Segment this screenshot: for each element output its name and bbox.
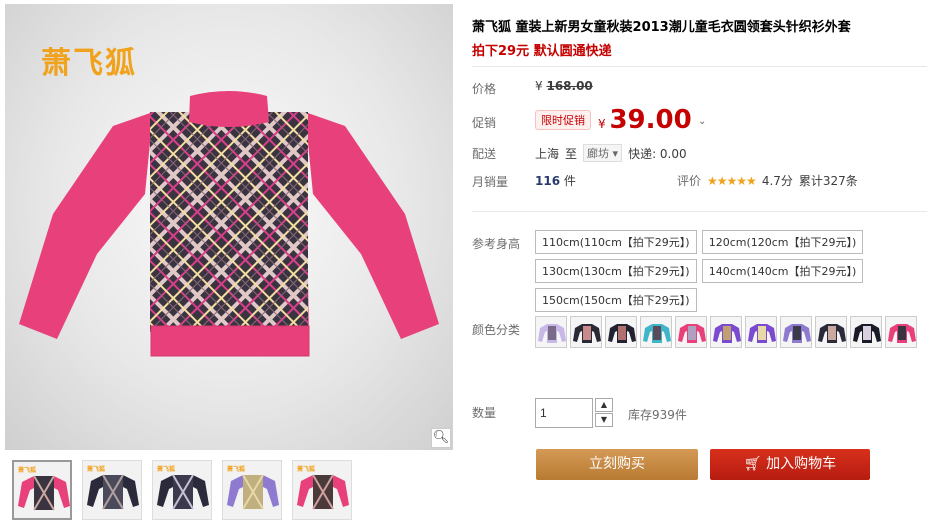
thumbnail-brand: 萧飞狐 bbox=[227, 466, 246, 473]
color-swatch[interactable] bbox=[780, 316, 812, 348]
chevron-down-icon[interactable]: ⌄ bbox=[698, 116, 706, 127]
product-page: 萧飞狐 🔍︎ 萧飞狐 萧飞狐 萧飞狐 萧飞狐 萧飞狐 萧飞狐 童装上新男女童秋装… bbox=[0, 0, 930, 527]
quantity-stepper: ▲ ▼ bbox=[535, 398, 613, 428]
sweater-illustration bbox=[19, 91, 439, 357]
sweater-swatch-icon bbox=[643, 324, 671, 343]
size-option[interactable]: 110cm(110cm【拍下29元】) bbox=[535, 230, 697, 254]
thumbnail-brand: 萧飞狐 bbox=[18, 467, 37, 474]
ship-city: 廊坊 bbox=[587, 147, 610, 160]
decrement-icon[interactable]: ▼ bbox=[595, 413, 613, 427]
sweater-swatch-icon bbox=[748, 324, 776, 343]
rating-label: 评价 bbox=[677, 174, 702, 188]
size-option[interactable]: 130cm(130cm【拍下29元】) bbox=[535, 259, 697, 283]
sweater-swatch-icon bbox=[713, 324, 741, 343]
quantity-input[interactable] bbox=[535, 398, 593, 428]
thumbnail-5[interactable]: 萧飞狐 bbox=[292, 460, 352, 520]
color-swatch[interactable] bbox=[605, 316, 637, 348]
divider bbox=[472, 211, 927, 212]
rating-score: 4.7分 bbox=[761, 174, 793, 188]
currency-symbol: ¥ bbox=[598, 117, 606, 131]
monthly-sales-label: 月销量 bbox=[472, 175, 509, 189]
add-to-cart-label: 加入购物车 bbox=[766, 456, 837, 472]
size-option[interactable]: 140cm(140cm【拍下29元】) bbox=[701, 259, 864, 283]
color-swatch[interactable] bbox=[570, 316, 602, 348]
magnifier-icon[interactable]: 🔍︎ bbox=[431, 428, 451, 448]
buy-now-button[interactable]: 立刻购买 bbox=[536, 449, 698, 480]
sweater-swatch-icon bbox=[573, 324, 601, 343]
promo-badge: 限时促销 bbox=[535, 110, 591, 130]
color-swatch[interactable] bbox=[885, 316, 917, 348]
rating: 评价 ★★★★★ 4.7分 累计327条 bbox=[677, 172, 858, 189]
increment-icon[interactable]: ▲ bbox=[595, 398, 613, 412]
add-to-cart-button[interactable]: 🛒︎ 加入购物车 bbox=[710, 449, 870, 480]
sweater-swatch-icon bbox=[888, 324, 916, 343]
size-option[interactable]: 120cm(120cm【拍下29元】) bbox=[701, 230, 864, 254]
product-title: 萧飞狐 童装上新男女童秋装2013潮儿童毛衣圆领套头针织衫外套 bbox=[472, 20, 851, 35]
color-label: 颜色分类 bbox=[472, 323, 521, 337]
monthly-sales-unit: 件 bbox=[563, 174, 576, 188]
thumbnail-3[interactable]: 萧飞狐 bbox=[152, 460, 212, 520]
color-swatch[interactable] bbox=[850, 316, 882, 348]
thumbnail-1[interactable]: 萧飞狐 bbox=[12, 460, 72, 520]
color-swatch[interactable] bbox=[710, 316, 742, 348]
thumbnail-strip: 萧飞狐 萧飞狐 萧飞狐 萧飞狐 萧飞狐 bbox=[12, 460, 352, 520]
color-swatch[interactable] bbox=[675, 316, 707, 348]
quantity-label: 数量 bbox=[472, 406, 497, 420]
color-swatch[interactable] bbox=[815, 316, 847, 348]
cart-icon: 🛒︎ bbox=[743, 456, 762, 472]
currency-symbol: ¥ bbox=[535, 79, 543, 93]
thumbnail-brand: 萧飞狐 bbox=[157, 466, 176, 473]
ship-city-select[interactable]: 廊坊 ▾ bbox=[583, 144, 623, 162]
shipping-info: 上海 至 廊坊 ▾ 快递: 0.00 bbox=[535, 144, 687, 162]
original-price: ¥ 168.00 bbox=[535, 79, 593, 93]
sweater-swatch-icon bbox=[853, 324, 881, 343]
promo-label: 促销 bbox=[472, 116, 497, 130]
current-price: ¥ 39.00 bbox=[598, 105, 692, 135]
rating-count[interactable]: 累计327条 bbox=[799, 172, 858, 189]
sweater-swatch-icon bbox=[818, 324, 846, 343]
product-subtitle: 拍下29元 默认圆通快递 bbox=[472, 44, 612, 59]
size-options: 110cm(110cm【拍下29元】) 120cm(120cm【拍下29元】) … bbox=[535, 230, 875, 317]
current-price-value: 39.00 bbox=[609, 105, 692, 135]
sweater-swatch-icon bbox=[538, 324, 566, 343]
price-label: 价格 bbox=[472, 82, 497, 96]
monthly-sales: 116 件 bbox=[535, 172, 576, 189]
thumbnail-2[interactable]: 萧飞狐 bbox=[82, 460, 142, 520]
sweater-swatch-icon bbox=[608, 324, 636, 343]
stock-count: 库存939件 bbox=[628, 408, 687, 422]
ship-label: 配送 bbox=[472, 147, 497, 161]
color-swatch[interactable] bbox=[745, 316, 777, 348]
ship-to-word: 至 bbox=[565, 146, 578, 161]
thumbnail-brand: 萧飞狐 bbox=[297, 466, 316, 473]
color-swatches bbox=[535, 316, 930, 358]
star-rating-icon: ★★★★★ bbox=[707, 173, 757, 188]
divider bbox=[472, 66, 927, 67]
thumbnail-brand: 萧飞狐 bbox=[87, 466, 106, 473]
ship-fee: 快递: 0.00 bbox=[628, 146, 687, 161]
color-swatch[interactable] bbox=[535, 316, 567, 348]
sweater-swatch-icon bbox=[783, 324, 811, 343]
monthly-sales-count: 116 bbox=[535, 174, 561, 188]
sweater-swatch-icon bbox=[678, 324, 706, 343]
original-price-value: 168.00 bbox=[546, 79, 593, 93]
ship-from: 上海 bbox=[535, 146, 560, 161]
size-label: 参考身高 bbox=[472, 237, 521, 251]
size-option[interactable]: 150cm(150cm【拍下29元】) bbox=[535, 288, 697, 312]
color-swatch[interactable] bbox=[640, 316, 672, 348]
main-product-image[interactable]: 萧飞狐 🔍︎ bbox=[5, 4, 453, 450]
thumbnail-4[interactable]: 萧飞狐 bbox=[222, 460, 282, 520]
